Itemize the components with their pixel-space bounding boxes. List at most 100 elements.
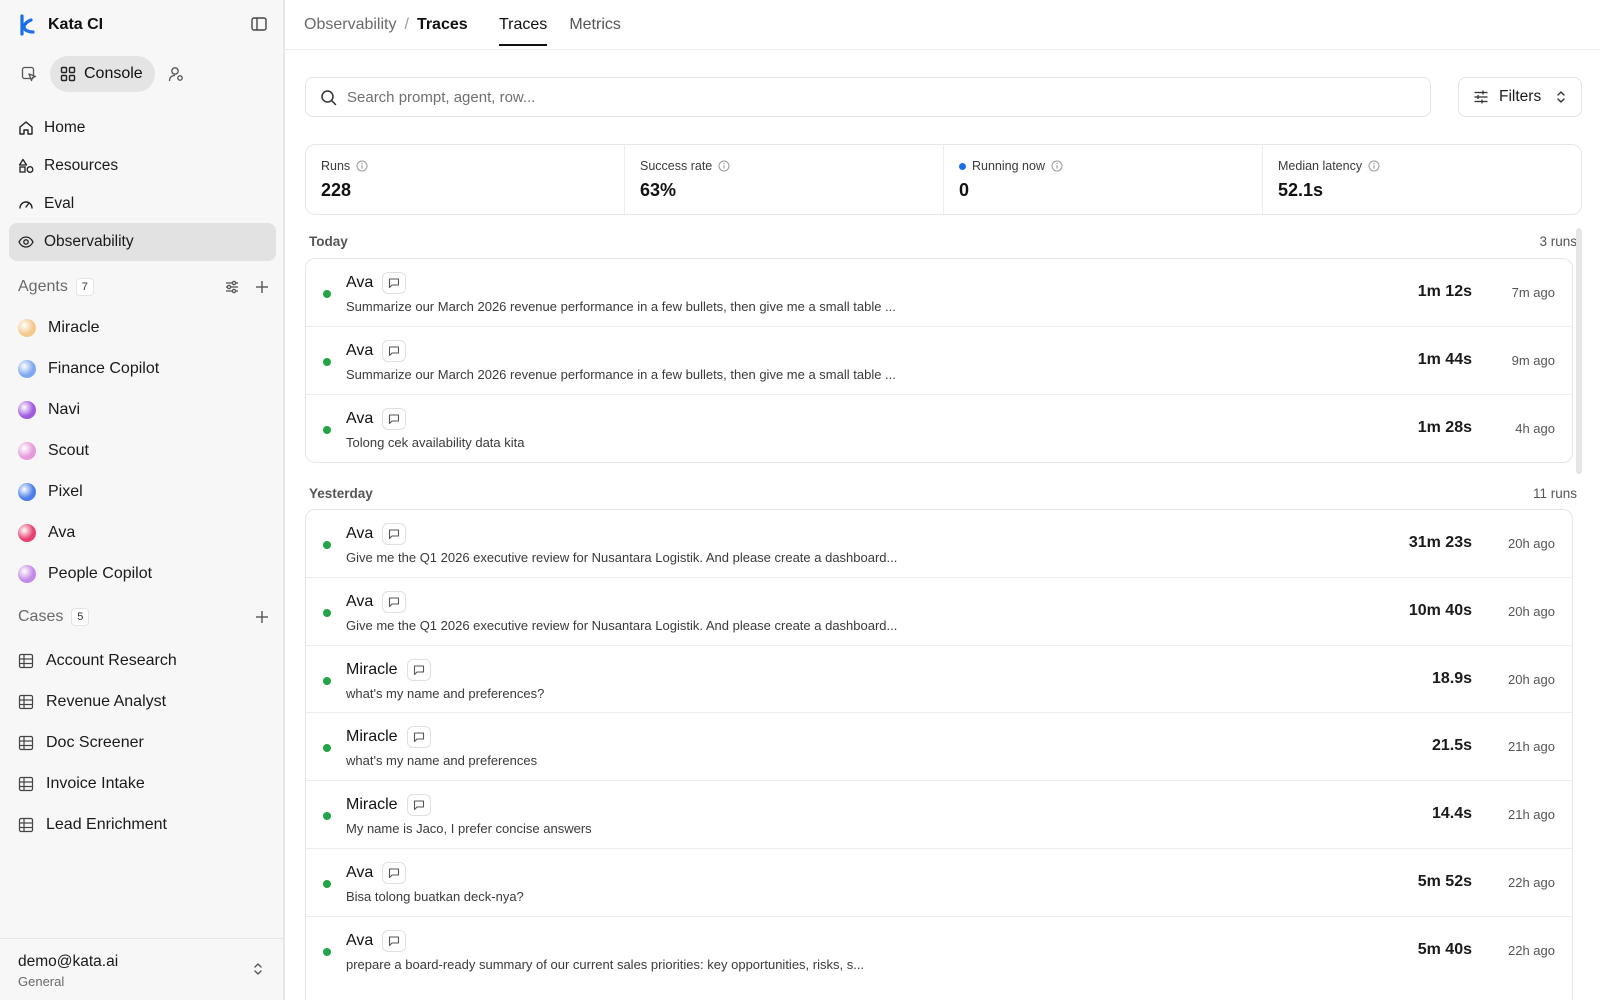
info-icon[interactable] [1051, 160, 1063, 172]
console-mode-button[interactable]: Console [50, 56, 155, 92]
run-time-ago: 7m ago [1511, 285, 1555, 300]
run-time-ago: 22h ago [1508, 942, 1555, 958]
run-row[interactable]: Ava Tolong cek availability data kita 1m… [306, 395, 1572, 463]
chat-icon [382, 272, 407, 294]
case-name: Account Research [46, 651, 177, 669]
pointer-mode-button[interactable] [16, 61, 42, 87]
agent-avatar [18, 359, 36, 378]
stat-value: 228 [321, 180, 352, 200]
chat-icon [382, 590, 407, 613]
nav-item-label: Observability [44, 233, 134, 250]
sidebar-item-case[interactable]: Invoice Intake [18, 763, 270, 804]
nav-item-resources[interactable]: Resources [9, 147, 276, 185]
sidebar-item-agent[interactable]: Navi [18, 389, 270, 430]
run-duration: 5m 40s [1417, 940, 1472, 958]
run-duration: 1m 12s [1417, 283, 1472, 300]
run-duration: 14.4s [1431, 805, 1472, 823]
add-case-icon[interactable] [254, 609, 270, 625]
stat-label: Median latency [1278, 159, 1363, 173]
filters-button[interactable]: Filters [1458, 77, 1582, 117]
run-row[interactable]: Ava Give me the Q1 2026 executive review… [306, 578, 1572, 646]
tab-metrics[interactable]: Metrics [569, 0, 621, 50]
case-name: Revenue Analyst [46, 692, 167, 710]
account-switcher[interactable]: demo@kata.ai General [0, 938, 284, 1000]
chat-icon [406, 658, 431, 681]
run-prompt: Summarize our March 2026 revenue perform… [346, 366, 896, 382]
run-prompt: Summarize our March 2026 revenue perform… [346, 299, 896, 314]
sidebar-item-agent[interactable]: Pixel [18, 471, 270, 512]
app-name: Kata CI [48, 16, 104, 33]
run-time-ago: 9m ago [1511, 352, 1555, 368]
status-success-dot [323, 879, 331, 888]
run-row[interactable]: Ava Bisa tolong buatkan deck-nya? 5m 52s… [306, 849, 1572, 917]
cursor-window-icon [21, 66, 37, 82]
stat-label: Running now [972, 159, 1045, 173]
stat-runs: Runs 228 [306, 145, 625, 214]
run-agent-name: Miracle [346, 728, 398, 746]
agent-avatar [18, 523, 36, 542]
info-icon[interactable] [718, 160, 730, 172]
case-name: Lead Enrichment [46, 815, 167, 833]
run-row[interactable]: Miracle what's my name and preferences 2… [306, 713, 1572, 782]
stat-label: Success rate [640, 159, 713, 173]
group-count: 3 runs [1539, 233, 1577, 249]
sidebar-item-case[interactable]: Doc Screener [18, 722, 270, 763]
chevron-up-down-icon [1557, 91, 1565, 103]
agents-title: Agents [18, 278, 68, 295]
kata-logo-icon [20, 14, 35, 36]
add-agent-icon[interactable] [254, 279, 270, 295]
agent-avatar [18, 400, 36, 419]
run-prompt: My name is Jaco, I prefer concise answer… [346, 821, 592, 837]
user-settings-icon [168, 67, 183, 82]
sidebar-item-agent[interactable]: People Copilot [18, 553, 270, 594]
run-time-ago: 20h ago [1508, 603, 1555, 619]
agents-count-badge: 7 [75, 278, 94, 296]
run-row[interactable]: Ava prepare a board-ready summary of our… [306, 917, 1572, 985]
sidebar-item-agent[interactable]: Finance Copilot [18, 348, 270, 389]
run-agent-name: Ava [346, 274, 374, 291]
sidebar-item-case[interactable]: Revenue Analyst [18, 681, 270, 722]
search-input[interactable] [347, 88, 1347, 106]
run-row[interactable]: Ava Summarize our March 2026 revenue per… [306, 259, 1572, 327]
info-icon[interactable] [356, 160, 368, 172]
grid-icon [60, 66, 76, 82]
sidebar-item-agent[interactable]: Scout [18, 430, 270, 471]
agent-list: Miracle Finance Copilot Navi Scout Pixel… [18, 307, 270, 594]
chat-icon [382, 339, 407, 362]
chat-icon [382, 523, 407, 545]
run-prompt: prepare a board-ready summary of our cur… [346, 956, 865, 972]
chat-icon [382, 929, 407, 952]
nav-item-observability[interactable]: Observability [9, 223, 276, 261]
sidebar-item-case[interactable]: Lead Enrichment [18, 804, 270, 845]
breadcrumb-parent[interactable]: Observability [304, 16, 396, 34]
run-duration: 5m 52s [1417, 872, 1472, 890]
nav-item-eval[interactable]: Eval [9, 185, 276, 223]
group-count: 11 runs [1532, 485, 1577, 501]
run-prompt: Tolong cek availability data kita [346, 434, 525, 450]
nav-item-home[interactable]: Home [9, 109, 276, 147]
search-box [305, 77, 1431, 117]
brand[interactable]: Kata CI [18, 12, 103, 38]
info-icon[interactable] [1368, 160, 1380, 172]
scrollbar-thumb[interactable] [1576, 228, 1582, 474]
sliders-icon[interactable] [224, 279, 240, 295]
sidebar-item-agent[interactable]: Ava [18, 512, 270, 553]
people-mode-button[interactable] [163, 61, 189, 87]
run-row[interactable]: Ava Give me the Q1 2026 executive review… [306, 510, 1572, 578]
run-row[interactable]: Miracle My name is Jaco, I prefer concis… [306, 781, 1572, 849]
sidebar-item-agent[interactable]: Miracle [18, 307, 270, 348]
run-row[interactable]: Miracle what's my name and preferences? … [306, 646, 1572, 714]
breadcrumb: Observability / Traces [304, 16, 468, 34]
tab-traces[interactable]: Traces [499, 0, 548, 50]
cases-section-header: Cases 5 [18, 605, 270, 629]
run-group-today: Ava Summarize our March 2026 revenue per… [305, 258, 1573, 464]
run-row[interactable]: Ava Summarize our March 2026 revenue per… [306, 327, 1572, 395]
run-agent-name: Miracle [346, 796, 398, 814]
stat-value: 0 [959, 180, 970, 200]
stat-success-rate: Success rate 63% [625, 145, 944, 214]
run-duration: 21.5s [1431, 737, 1472, 755]
sidebar-item-case[interactable]: Account Research [18, 640, 270, 681]
sidebar-toggle-icon[interactable] [250, 15, 268, 33]
cases-count-badge: 5 [71, 608, 90, 626]
agent-avatar [18, 482, 36, 501]
